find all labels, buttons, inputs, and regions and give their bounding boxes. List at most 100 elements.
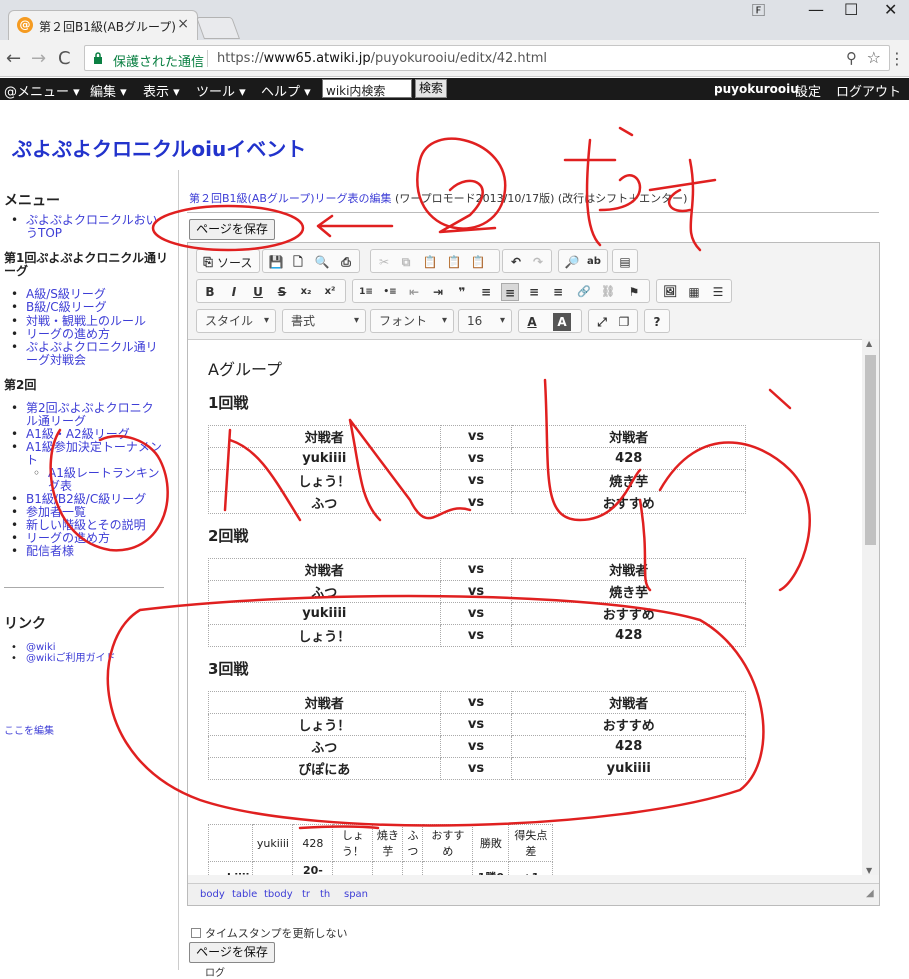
wiki-search-input[interactable]: wiki内検索: [322, 79, 412, 98]
image-icon[interactable]: 🖼: [661, 283, 679, 301]
scroll-down-icon[interactable]: ▼: [866, 866, 872, 875]
match-cell[interactable]: vs: [439, 447, 513, 470]
match-cell[interactable]: 焼き芋: [511, 580, 746, 603]
results-cell[interactable]: 428: [292, 824, 334, 862]
match-cell[interactable]: 対戦者: [208, 691, 441, 714]
window-maximize-icon[interactable]: ☐: [844, 0, 858, 19]
path-body[interactable]: body: [200, 889, 225, 900]
match-cell[interactable]: 対戦者: [511, 425, 746, 448]
style-dropdown[interactable]: スタイル: [196, 309, 276, 333]
match-cell[interactable]: 対戦者: [511, 691, 746, 714]
sidebar-link-guide[interactable]: @wikiご利用ガイド: [11, 652, 115, 665]
match-cell[interactable]: ふつ: [208, 735, 441, 758]
results-cell[interactable]: おすすめ: [422, 824, 474, 862]
paste-icon[interactable]: 📋: [421, 253, 439, 271]
paste-text-icon[interactable]: 📋: [445, 253, 463, 271]
match-cell[interactable]: おすすめ: [511, 491, 746, 514]
results-cell[interactable]: [207, 824, 254, 862]
indent-icon[interactable]: ⇥: [429, 283, 447, 301]
cut-icon[interactable]: ✂: [375, 253, 393, 271]
sidebar-item-streamers[interactable]: 配信者様: [11, 545, 74, 559]
user-profile-icon[interactable]: 🄵: [752, 0, 765, 19]
results-cell[interactable]: -: [332, 861, 374, 875]
results-cell[interactable]: 焼き芋: [372, 824, 404, 862]
match-cell[interactable]: 対戦者: [208, 558, 441, 581]
match-cell[interactable]: 428: [511, 447, 746, 470]
reload-icon[interactable]: C: [58, 48, 71, 69]
outdent-icon[interactable]: ⇤: [405, 283, 423, 301]
menu-view[interactable]: 表示 ▾: [143, 81, 180, 100]
results-cell[interactable]: 20-19: [292, 861, 334, 875]
font-dropdown[interactable]: フォント: [370, 309, 454, 333]
match-cell[interactable]: 対戦者: [511, 558, 746, 581]
window-close-icon[interactable]: ✕: [884, 0, 897, 19]
unlink-icon[interactable]: ⛓: [599, 283, 617, 301]
match-cell[interactable]: ふつ: [208, 491, 441, 514]
find-icon[interactable]: 🔎: [563, 253, 581, 271]
settings-link[interactable]: 設定: [795, 81, 821, 100]
forward-icon[interactable]: →: [31, 48, 46, 69]
window-minimize-icon[interactable]: —: [808, 0, 824, 19]
bullet-list-icon[interactable]: •≡: [381, 283, 399, 301]
replace-icon[interactable]: ab: [585, 253, 603, 271]
path-table[interactable]: table: [232, 889, 257, 900]
match-cell[interactable]: vs: [439, 469, 513, 492]
match-cell[interactable]: 焼き芋: [511, 469, 746, 492]
underline-icon[interactable]: U: [249, 283, 267, 301]
align-left-icon[interactable]: ≡: [477, 283, 495, 301]
new-tab-button[interactable]: [195, 17, 241, 39]
logout-link[interactable]: ログアウト: [836, 81, 901, 100]
match-cell[interactable]: vs: [439, 691, 513, 714]
subscript-icon[interactable]: x₂: [297, 283, 315, 301]
anchor-flag-icon[interactable]: ⚑: [625, 283, 643, 301]
match-cell[interactable]: vs: [439, 558, 513, 581]
match-cell[interactable]: vs: [439, 491, 513, 514]
sidebar-item-top[interactable]: ぷよぷよクロニクルおいうTOP: [11, 214, 166, 240]
match-cell[interactable]: vs: [439, 580, 513, 603]
align-right-icon[interactable]: ≡: [525, 283, 543, 301]
results-cell[interactable]: -: [422, 861, 474, 875]
select-all-icon[interactable]: ▤: [616, 253, 634, 271]
results-cell[interactable]: -: [402, 861, 424, 875]
show-blocks-icon[interactable]: ❐: [615, 313, 633, 331]
save-icon[interactable]: 💾: [267, 253, 285, 271]
match-cell[interactable]: vs: [439, 757, 513, 780]
browser-menu-icon[interactable]: ⋮: [889, 49, 905, 68]
path-th[interactable]: th: [320, 889, 330, 900]
background-color-icon[interactable]: A: [553, 313, 571, 331]
sidebar-item-meetup[interactable]: ぷよぷよクロニクル通リーグ対戦会: [11, 341, 168, 367]
menu-tools[interactable]: ツール ▾: [196, 81, 246, 100]
results-cell[interactable]: -: [372, 861, 404, 875]
maximize-icon[interactable]: ⤢: [593, 313, 611, 331]
match-cell[interactable]: vs: [439, 425, 513, 448]
match-cell[interactable]: ぴぽにあ: [208, 757, 441, 780]
edit-header-link[interactable]: 第２回B1級(ABグループ)リーグ表の編集: [189, 192, 392, 205]
italic-icon[interactable]: I: [225, 283, 243, 301]
match-cell[interactable]: しょう！: [208, 624, 441, 647]
match-cell[interactable]: 428: [511, 624, 746, 647]
site-title[interactable]: ぷよぷよクロニクルoiuイベント: [12, 133, 306, 162]
resize-grip-icon[interactable]: ◢: [866, 888, 874, 899]
editor-content-area[interactable]: Aグループ 1回戦 対戦者 vs 対戦者 yukiiii vs 428 しょう！ vs 焼き芋ふ…: [188, 339, 863, 875]
results-cell[interactable]: yukiiii: [252, 824, 294, 862]
scroll-up-icon[interactable]: ▲: [866, 339, 872, 348]
match-cell[interactable]: vs: [439, 735, 513, 758]
match-cell[interactable]: おすすめ: [511, 713, 746, 736]
results-cell[interactable]: 勝敗: [472, 824, 510, 862]
match-cell[interactable]: しょう！: [208, 713, 441, 736]
match-cell[interactable]: yukiiii: [511, 757, 746, 780]
match-cell[interactable]: しょう！: [208, 469, 441, 492]
timestamp-checkbox[interactable]: [191, 928, 201, 938]
url-input[interactable]: 保護された通信 https://www65.atwiki.jp/puyokuro…: [84, 45, 890, 71]
path-tr[interactable]: tr: [302, 889, 310, 900]
menu-help[interactable]: ヘルプ ▾: [261, 81, 311, 100]
editor-scrollbar[interactable]: ▲ ▼: [862, 339, 879, 875]
results-cell[interactable]: [252, 861, 294, 875]
browser-tab[interactable]: @ 第２回B1級(ABグループ)リ ×: [8, 10, 198, 40]
strike-icon[interactable]: S: [273, 283, 291, 301]
sidebar-item-a1-rating[interactable]: A1級レートランキング表: [33, 467, 166, 493]
menu-atmenu[interactable]: @メニュー ▾: [4, 81, 80, 100]
wiki-search-button[interactable]: 検索: [415, 79, 447, 98]
horizontal-rule-icon[interactable]: ☰: [709, 283, 727, 301]
match-cell[interactable]: ふつ: [208, 580, 441, 603]
